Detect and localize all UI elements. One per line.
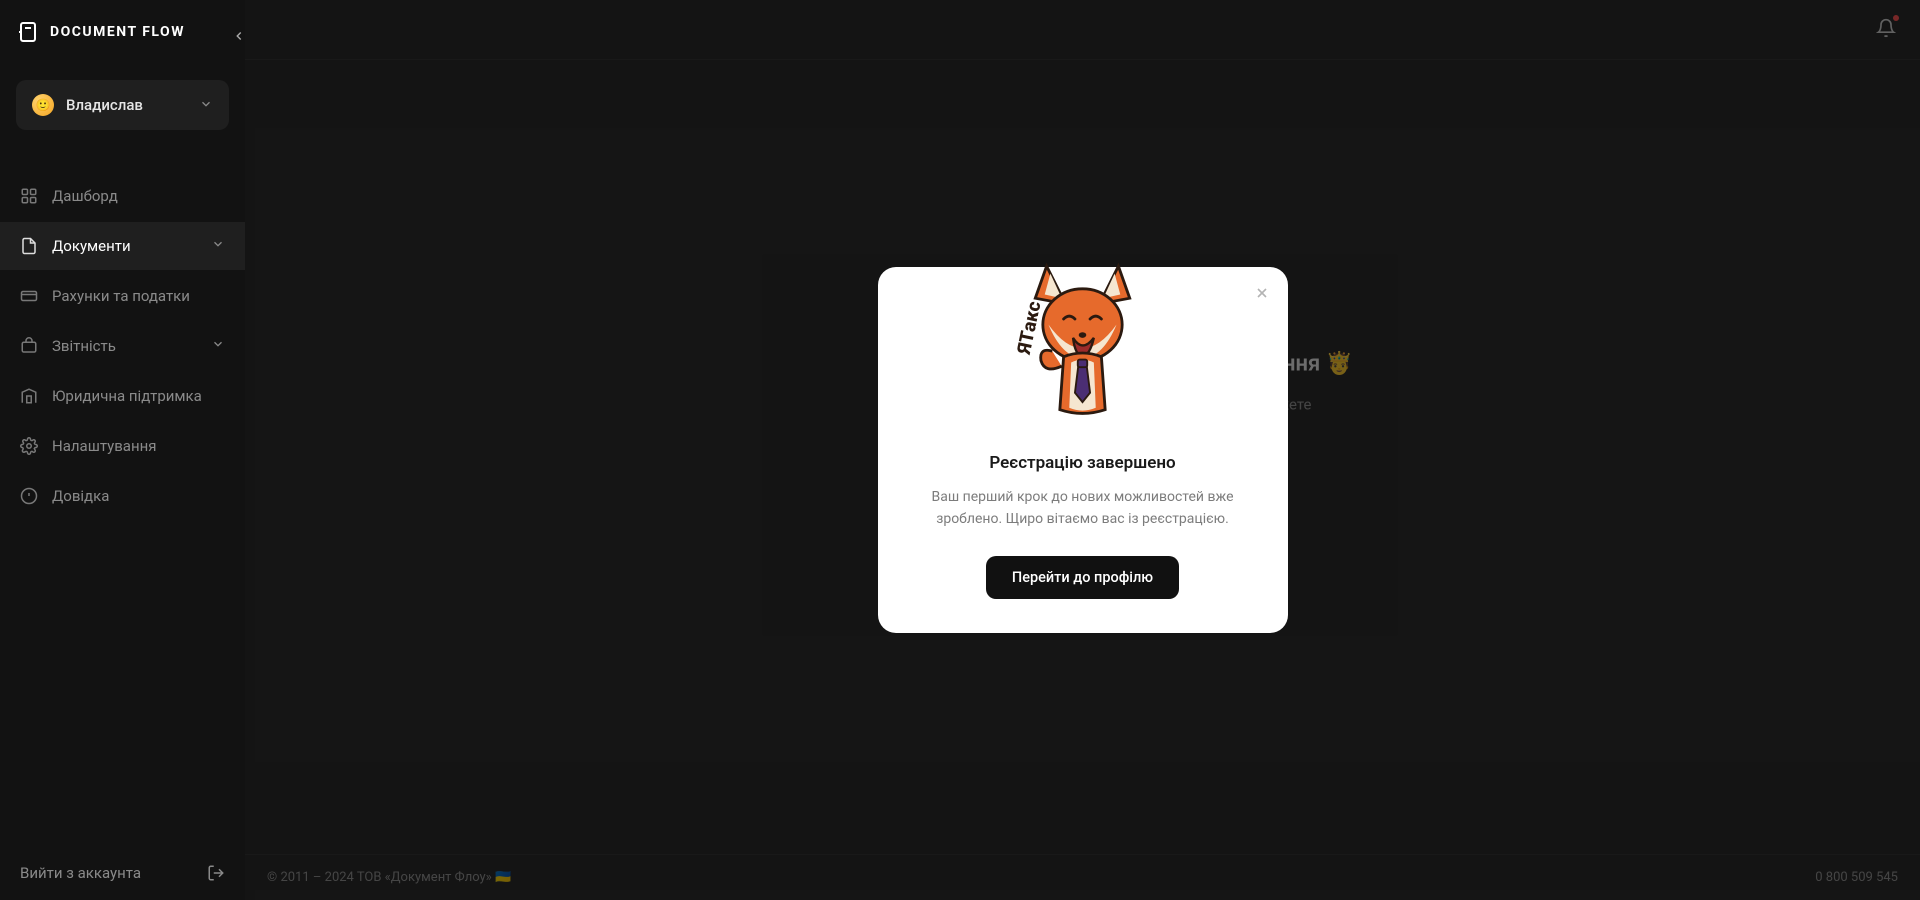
registration-complete-modal: ЯTакс Реєстрацію завершено Ваш перший кр… bbox=[878, 267, 1288, 633]
go-to-profile-button[interactable]: Перейти до профілю bbox=[986, 556, 1179, 599]
sidebar-item-4[interactable]: Юридична підтримка bbox=[0, 372, 245, 420]
sidebar-item-3[interactable]: Звітність bbox=[0, 322, 245, 370]
sidebar-item-label: Довідка bbox=[52, 487, 109, 505]
chevron-down-icon bbox=[199, 96, 213, 115]
mascot-fox-image: ЯTакс bbox=[1015, 251, 1150, 421]
sidebar-item-0[interactable]: Дашборд bbox=[0, 172, 245, 220]
briefcase-icon bbox=[20, 337, 38, 355]
logout-icon bbox=[207, 864, 225, 882]
logout-button[interactable]: Вийти з аккаунта bbox=[0, 846, 245, 900]
gear-icon bbox=[20, 437, 38, 455]
modal-title: Реєстрацію завершено bbox=[989, 453, 1175, 473]
sidebar-item-6[interactable]: Довідка bbox=[0, 472, 245, 520]
user-name: Владислав bbox=[66, 96, 187, 114]
sidebar-item-label: Звітність bbox=[52, 337, 116, 355]
brand-text: DOCUMENT FLOW bbox=[50, 24, 185, 40]
avatar: 🙂 bbox=[32, 94, 54, 116]
brand-block: DOCUMENT FLOW bbox=[0, 0, 245, 64]
chevron-down-icon bbox=[211, 237, 225, 255]
sidebar-item-label: Юридична підтримка bbox=[52, 387, 202, 405]
info-icon bbox=[20, 487, 38, 505]
modal-overlay[interactable]: ЯTакс Реєстрацію завершено Ваш перший кр… bbox=[245, 0, 1920, 900]
building-icon bbox=[20, 387, 38, 405]
logout-label: Вийти з аккаунта bbox=[20, 864, 141, 882]
close-icon[interactable] bbox=[1252, 283, 1272, 303]
sidebar-item-2[interactable]: Рахунки та податки bbox=[0, 272, 245, 320]
document-icon bbox=[20, 237, 38, 255]
sidebar-item-5[interactable]: Налаштування bbox=[0, 422, 245, 470]
mascot-text: ЯTакс bbox=[1015, 299, 1046, 357]
sidebar-item-label: Документи bbox=[52, 237, 131, 255]
card-icon bbox=[20, 287, 38, 305]
sidebar-item-label: Налаштування bbox=[52, 437, 157, 455]
sidebar-item-label: Дашборд bbox=[52, 187, 118, 205]
sidebar: DOCUMENT FLOW 🙂 Владислав Дашборд Докумен… bbox=[0, 0, 245, 900]
brand-icon bbox=[16, 20, 40, 44]
sidebar-item-1[interactable]: Документи bbox=[0, 222, 245, 270]
sidebar-item-label: Рахунки та податки bbox=[52, 287, 190, 305]
nav: Дашборд Документи Рахунки та податки Звітні… bbox=[0, 172, 245, 520]
user-switcher[interactable]: 🙂 Владислав bbox=[16, 80, 229, 130]
modal-subtitle: Ваш перший крок до нових можливостей вже… bbox=[918, 487, 1248, 530]
dashboard-icon bbox=[20, 187, 38, 205]
main: браження 🤴 ю. Ви можете у нижче © 2011 –… bbox=[245, 0, 1920, 900]
chevron-down-icon bbox=[211, 337, 225, 355]
